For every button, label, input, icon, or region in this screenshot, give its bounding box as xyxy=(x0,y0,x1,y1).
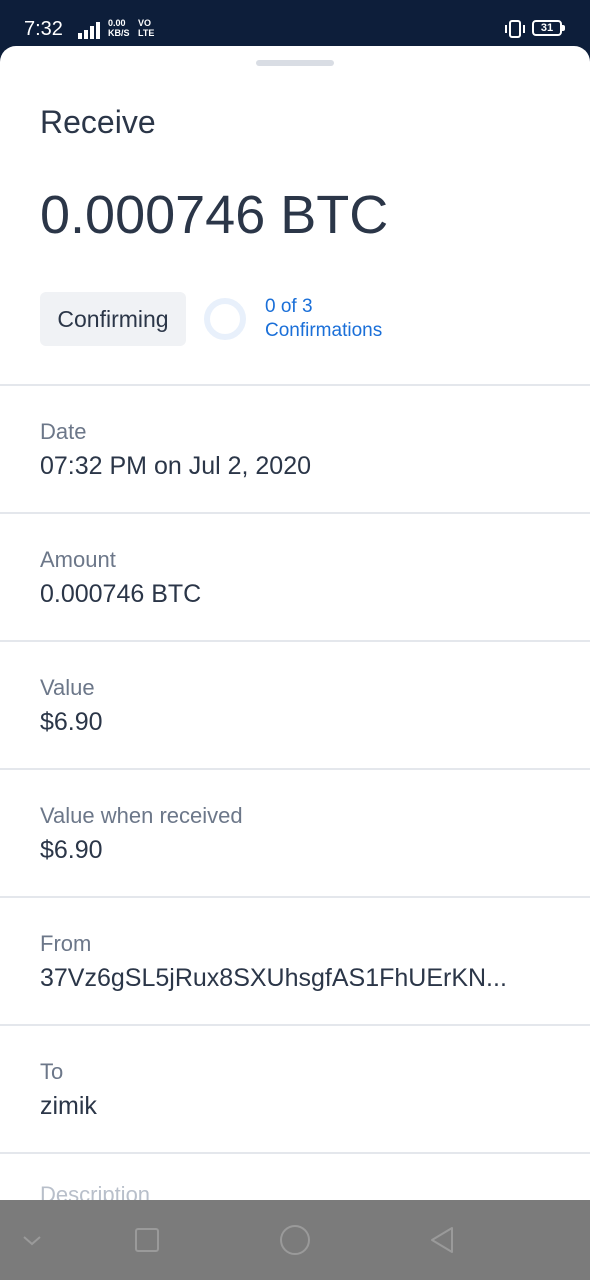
value-when-received-label: Value when received xyxy=(40,803,243,828)
network-type-lte: LTE xyxy=(138,28,155,38)
signal-icon xyxy=(76,20,102,40)
recents-square-icon[interactable] xyxy=(125,1218,169,1262)
from-address[interactable]: 37Vz6gSL5jRux8SXUhsgfAS1FhUErKN... xyxy=(40,964,550,993)
network-speed: 0.00 KB/S xyxy=(108,18,130,38)
network-type-vo: VO xyxy=(138,18,152,28)
amount-label: Amount xyxy=(40,547,116,572)
date-value: 07:32 PM on Jul 2, 2020 xyxy=(40,452,312,480)
divider xyxy=(0,1024,590,1026)
divider xyxy=(0,512,590,514)
value-when-received-value: $6.90 xyxy=(40,836,103,864)
amount-heading: 0.000746 BTC xyxy=(40,185,389,245)
description-label: Description xyxy=(40,1182,151,1200)
divider xyxy=(0,640,590,642)
drag-handle[interactable] xyxy=(256,60,334,66)
network-type: VO LTE xyxy=(138,18,154,38)
chevron-down-icon[interactable] xyxy=(10,1218,54,1262)
network-speed-value: 0.00 xyxy=(108,18,126,28)
network-speed-unit: KB/S xyxy=(108,28,130,38)
divider xyxy=(0,1152,590,1154)
home-circle-icon[interactable] xyxy=(273,1218,317,1262)
back-triangle-icon[interactable] xyxy=(420,1218,464,1262)
date-label: Date xyxy=(40,419,87,444)
battery-icon: 31 xyxy=(532,20,565,36)
confirmations-count: 0 of 3 xyxy=(265,296,313,317)
from-label: From xyxy=(40,931,92,956)
status-time: 7:32 xyxy=(24,18,63,40)
status-badge: Confirming xyxy=(40,292,186,346)
confirmations-label: Confirmations xyxy=(265,320,383,341)
page-title: Receive xyxy=(40,104,156,140)
system-nav-bar xyxy=(0,1200,590,1280)
value-value: $6.90 xyxy=(40,708,103,736)
to-label: To xyxy=(40,1059,64,1084)
confirmation-progress-ring xyxy=(203,297,247,341)
divider xyxy=(0,896,590,898)
confirmations-link[interactable]: 0 of 3 Confirmations xyxy=(265,295,382,343)
divider xyxy=(0,768,590,770)
divider xyxy=(0,384,590,386)
vibrate-icon xyxy=(504,18,526,40)
to-value: zimik xyxy=(40,1092,97,1120)
transaction-sheet: Receive 0.000746 BTC Confirming 0 of 3 C… xyxy=(0,46,590,1200)
value-label: Value xyxy=(40,675,95,700)
amount-value: 0.000746 BTC xyxy=(40,580,202,608)
